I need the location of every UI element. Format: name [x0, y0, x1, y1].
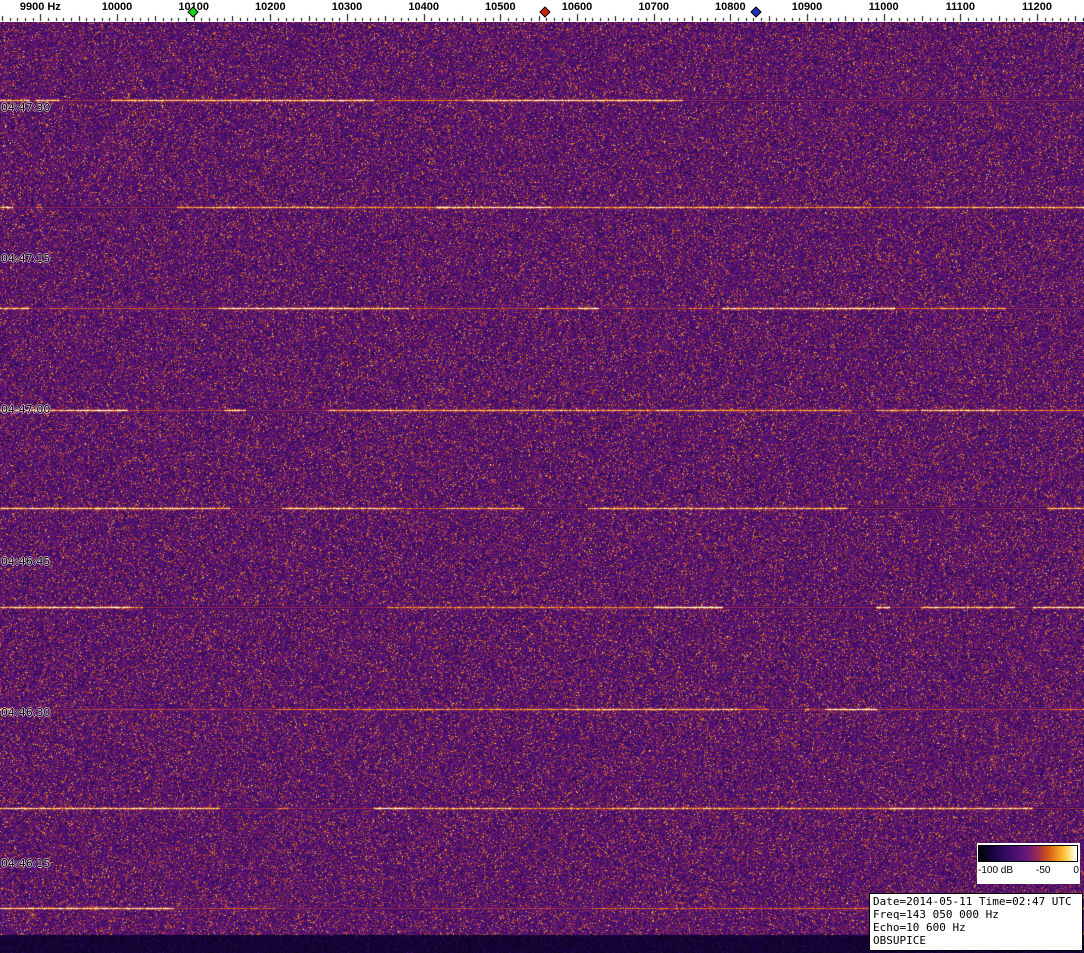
info-line-frequency: Freq=143 050 000 Hz	[873, 908, 1079, 921]
info-line-station: OBSUPICE	[873, 934, 1079, 947]
freq-tick-label: 10300	[332, 1, 363, 13]
freq-tick-label: 10600	[562, 1, 593, 13]
waterfall-spectrogram-canvas	[0, 22, 1084, 953]
freq-tick-label: 11200	[1022, 1, 1052, 13]
frequency-ruler: 9900 Hz100001010010200103001040010500106…	[0, 0, 1084, 22]
colorbar-gradient	[978, 845, 1078, 862]
colorbar-mid-label: -50	[1036, 865, 1050, 876]
freq-tick-label: 10700	[638, 1, 669, 13]
freq-tick-label: 10900	[792, 1, 823, 13]
freq-tick-label: 10400	[408, 1, 439, 13]
freq-tick-label: 9900 Hz	[20, 1, 61, 13]
freq-tick-label: 10000	[102, 1, 133, 13]
info-line-echo: Echo=10 600 Hz	[873, 921, 1079, 934]
colorbar-min-label: -100 dB	[978, 865, 1013, 876]
colorbar-panel: -100 dB -50 0	[977, 843, 1080, 884]
info-line-date-time: Date=2014-05-11 Time=02:47 UTC	[873, 895, 1079, 908]
freq-tick-label: 11100	[946, 1, 975, 13]
freq-tick-label: 10500	[485, 1, 516, 13]
colorbar-labels: -100 dB -50 0	[977, 865, 1080, 876]
freq-tick-label: 10800	[715, 1, 746, 13]
colorbar-max-label: 0	[1073, 865, 1079, 876]
status-info-box: Date=2014-05-11 Time=02:47 UTC Freq=143 …	[869, 893, 1083, 951]
freq-tick-label: 10200	[255, 1, 286, 13]
spectrogram-app-window: 9900 Hz100001010010200103001040010500106…	[0, 0, 1084, 953]
freq-tick-label: 11000	[869, 1, 899, 13]
